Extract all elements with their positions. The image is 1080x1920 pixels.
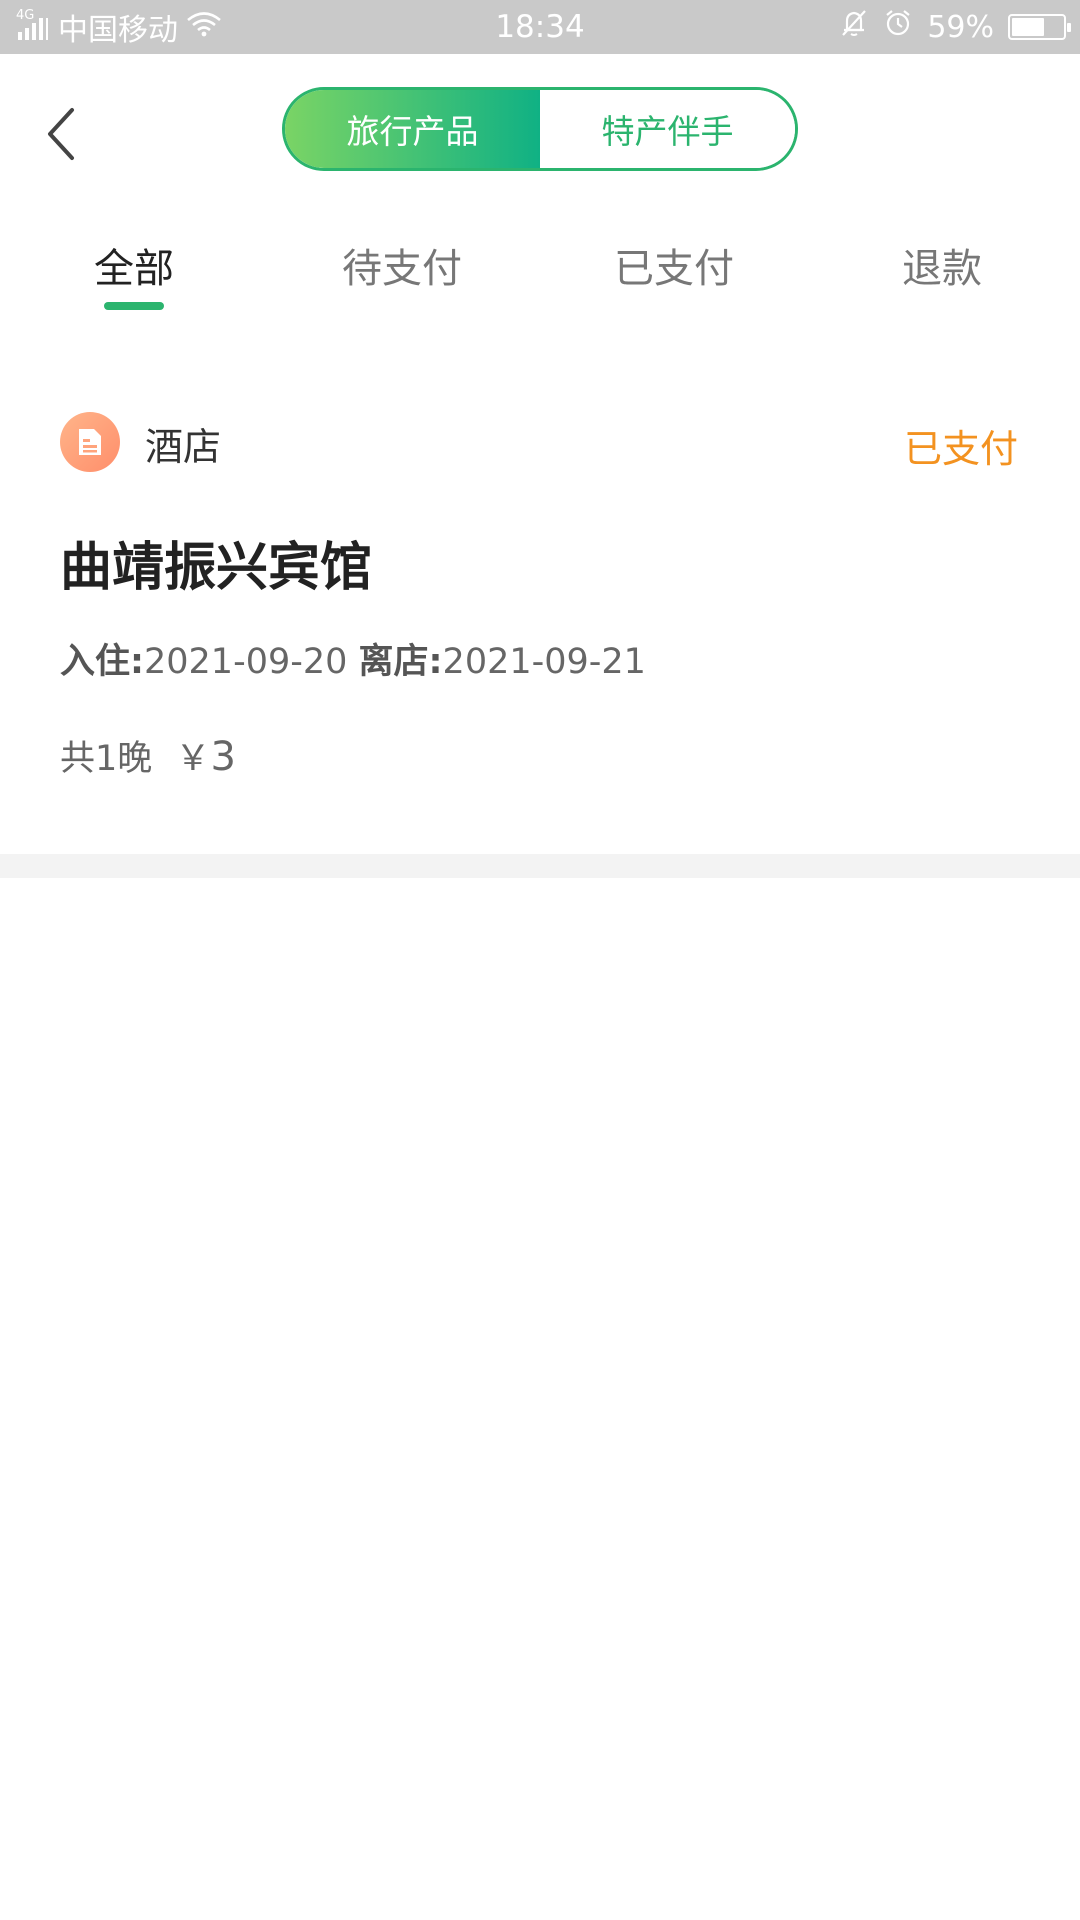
order-status-tabs: 全部 待支付 已支付 退款 [0,204,1080,334]
order-card[interactable]: 酒店 已支付 曲靖振兴宾馆 入住:2021-09-20 离店:2021-09-2… [0,380,1080,854]
tab-paid[interactable]: 已支付 [614,236,734,306]
checkin-date: 2021-09-20 [144,642,348,682]
price-symbol: ￥ [175,739,211,779]
order-status: 已支付 [903,427,1018,471]
checkout-label: 离店: [358,642,443,682]
tab-pending-payment[interactable]: 待支付 [342,236,462,306]
tab-all-label: 全部 [94,246,174,292]
header: 旅行产品 特产伴手 [0,54,1080,204]
segment-travel-products[interactable]: 旅行产品 [285,90,540,168]
tab-pending-payment-label: 待支付 [342,246,462,292]
segment-specialty-gifts[interactable]: 特产伴手 [540,90,795,168]
status-bar-right: 59% [839,0,1071,54]
tab-all[interactable]: 全部 [94,236,174,310]
hotel-document-icon [60,412,120,472]
nights-count: 共1晚 [60,739,153,779]
alarm-icon [883,8,913,46]
price-line: 共1晚 ￥3 [60,730,236,781]
price-amount: 3 [210,734,236,780]
battery-level [1012,18,1044,36]
product-type-switch: 旅行产品 特产伴手 [282,87,798,171]
chevron-left-icon [48,108,74,160]
tab-refund-label: 退款 [902,246,982,292]
active-tab-indicator [104,302,164,310]
checkin-label: 入住: [60,642,144,682]
order-category: 酒店 [145,425,222,469]
battery-icon [1008,14,1071,40]
stay-dates: 入住:2021-09-20 离店:2021-09-21 [60,633,646,684]
section-divider [0,854,1080,878]
status-bar: 4G 中国移动 18:34 59% [0,0,1080,54]
tab-refund[interactable]: 退款 [902,236,982,306]
bell-muted-icon [839,8,869,46]
checkout-date: 2021-09-21 [442,642,646,682]
back-button[interactable] [30,94,90,174]
hotel-name: 曲靖振兴宾馆 [60,538,373,598]
tab-paid-label: 已支付 [614,246,734,292]
battery-percent: 59% [927,9,994,45]
